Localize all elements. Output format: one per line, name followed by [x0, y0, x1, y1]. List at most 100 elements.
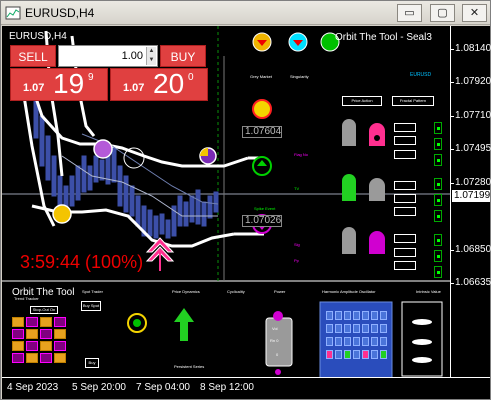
terminal-window: EURUSD,H4 ▭ ▢ ✕ EURUSD,H4 SELL 1.00 ▲ ▼ …: [0, 0, 491, 400]
signal-box-6[interactable]: [394, 207, 416, 216]
buy-small-button[interactable]: Buy: [85, 358, 99, 368]
lot-spinner[interactable]: ▲ ▼: [146, 47, 156, 65]
ranging-button[interactable]: Stop-Out On: [30, 306, 58, 314]
trend-cell-2[interactable]: [26, 317, 38, 327]
trend-cell-3[interactable]: [40, 317, 52, 327]
price-label-6: 1.06850: [455, 244, 491, 255]
signal-box-7[interactable]: [394, 234, 416, 243]
time-axis[interactable]: 4 Sep 2023 5 Sep 20:00 7 Sep 04:00 8 Sep…: [2, 377, 490, 399]
minimize-button[interactable]: ▭: [397, 4, 422, 22]
price-label-4: 1.07495: [455, 143, 491, 154]
trend-cell-13[interactable]: [12, 353, 24, 363]
price-action-button[interactable]: Price Action: [342, 96, 382, 106]
price-chart[interactable]: EURUSD,H4 SELL 1.00 ▲ ▼ BUY 1.07 19 9 1.0…: [2, 26, 450, 377]
spot-trader-title: Spot Trader: [82, 289, 103, 294]
price-label-2: 1.07920: [455, 76, 491, 87]
trend-cell-8[interactable]: [54, 329, 66, 339]
trend-cell-11[interactable]: [40, 341, 52, 351]
signal-box-2[interactable]: [394, 136, 416, 145]
yellow-marker: [52, 204, 72, 224]
osc-bar-21: [380, 337, 387, 346]
trend-cell-1[interactable]: [12, 317, 24, 327]
signal-box-9[interactable]: [394, 261, 416, 270]
power-bottom: 0: [276, 352, 279, 357]
trend-cell-14[interactable]: [26, 353, 38, 363]
time-label-1: 4 Sep 2023: [7, 382, 59, 393]
trend-cell-16[interactable]: [54, 353, 66, 363]
violet-marker: [93, 139, 113, 159]
sell-button[interactable]: SELL: [10, 45, 56, 67]
osc-bar-2: [335, 311, 342, 320]
window-title: EURUSD,H4: [25, 6, 95, 20]
signal-box-5[interactable]: [394, 194, 416, 203]
osc-bar-15: [326, 337, 333, 346]
maximize-button[interactable]: ▢: [430, 4, 455, 22]
sell-price-prefix: 1.07: [23, 82, 45, 94]
osc-bar-12: [362, 324, 369, 333]
buy-price-pip: 0: [188, 72, 194, 83]
time-label-4: 8 Sep 12:00: [200, 382, 254, 393]
osc-bar-28: [380, 350, 387, 359]
lot-size-value[interactable]: 1.00: [122, 50, 143, 62]
signal-box-1[interactable]: [394, 123, 416, 132]
signal-box-8[interactable]: [394, 248, 416, 257]
persistent-series-label: Persistent Series: [174, 364, 205, 369]
buy-spot-button[interactable]: Buy Spot: [81, 301, 101, 311]
trend-cell-7[interactable]: [40, 329, 52, 339]
signal-box-4[interactable]: [394, 181, 416, 190]
sell-price[interactable]: 1.07 19 9: [10, 68, 108, 101]
cyclicality-title: Cyclicality: [227, 289, 245, 294]
arrow-toggle-1[interactable]: [434, 122, 442, 134]
window-titlebar[interactable]: EURUSD,H4 ▭ ▢ ✕: [1, 1, 490, 25]
trend-cell-12[interactable]: [54, 341, 66, 351]
trend-cell-9[interactable]: [12, 341, 24, 351]
arrow-toggle-4[interactable]: [434, 178, 442, 190]
buy-price[interactable]: 1.07 20 0: [110, 68, 208, 101]
power-value: Vol: [272, 326, 278, 331]
osc-bar-8: [326, 324, 333, 333]
osc-bar-5: [362, 311, 369, 320]
osc-bar-9: [335, 324, 342, 333]
arrow-toggle-9[interactable]: [434, 266, 442, 278]
osc-bar-7: [380, 311, 387, 320]
osc-bar-25: [353, 350, 360, 359]
time-label-3: 7 Sep 04:00: [136, 382, 190, 393]
tv-label: TV: [294, 186, 300, 191]
sig-label: Sig: [294, 242, 300, 247]
one-click-trading-panel: SELL 1.00 ▲ ▼ BUY 1.07 19 9 1.07 20 0: [10, 45, 216, 123]
osc-bar-4: [353, 311, 360, 320]
close-button[interactable]: ✕: [462, 4, 487, 22]
trend-cell-6[interactable]: [26, 329, 38, 339]
osc-bar-3: [344, 311, 351, 320]
lot-size-input[interactable]: 1.00 ▲ ▼: [58, 45, 158, 67]
arrow-toggle-5[interactable]: [434, 194, 442, 206]
price-axis[interactable]: 1.08140 1.07920 1.07710 1.07495 1.07280 …: [450, 26, 491, 377]
current-price-tag: 1.07199: [452, 190, 491, 202]
arrow-toggle-3[interactable]: [434, 154, 442, 166]
fractal-pattern-button[interactable]: Fractal Pattern: [392, 96, 434, 106]
trend-cell-15[interactable]: [40, 353, 52, 363]
trend-cell-5[interactable]: [12, 329, 24, 339]
singularity-label: Singularity: [290, 74, 309, 79]
arrow-toggle-8[interactable]: [434, 250, 442, 262]
trend-cell-10[interactable]: [26, 341, 38, 351]
arrow-toggle-6[interactable]: [434, 210, 442, 222]
power-title: Power: [274, 289, 286, 294]
osc-bar-14: [380, 324, 387, 333]
intrinsic-value-title: Intrinsic Value: [416, 289, 441, 294]
trend-cell-4[interactable]: [54, 317, 66, 327]
price-label-5: 1.07280: [455, 177, 491, 188]
buy-price-prefix: 1.07: [123, 82, 145, 94]
osc-bar-20: [371, 337, 378, 346]
osc-bar-17: [344, 337, 351, 346]
osc-bar-16: [335, 337, 342, 346]
osc-bar-6: [371, 311, 378, 320]
arrow-toggle-7[interactable]: [434, 234, 442, 246]
arrow-toggle-2[interactable]: [434, 138, 442, 150]
osc-bar-13: [371, 324, 378, 333]
indicator-name: Orbit The Tool - Seal3: [335, 32, 432, 43]
time-label-2: 5 Sep 20:00: [72, 382, 126, 393]
buy-button[interactable]: BUY: [160, 45, 206, 67]
signal-box-3[interactable]: [394, 150, 416, 159]
osc-bar-11: [353, 324, 360, 333]
